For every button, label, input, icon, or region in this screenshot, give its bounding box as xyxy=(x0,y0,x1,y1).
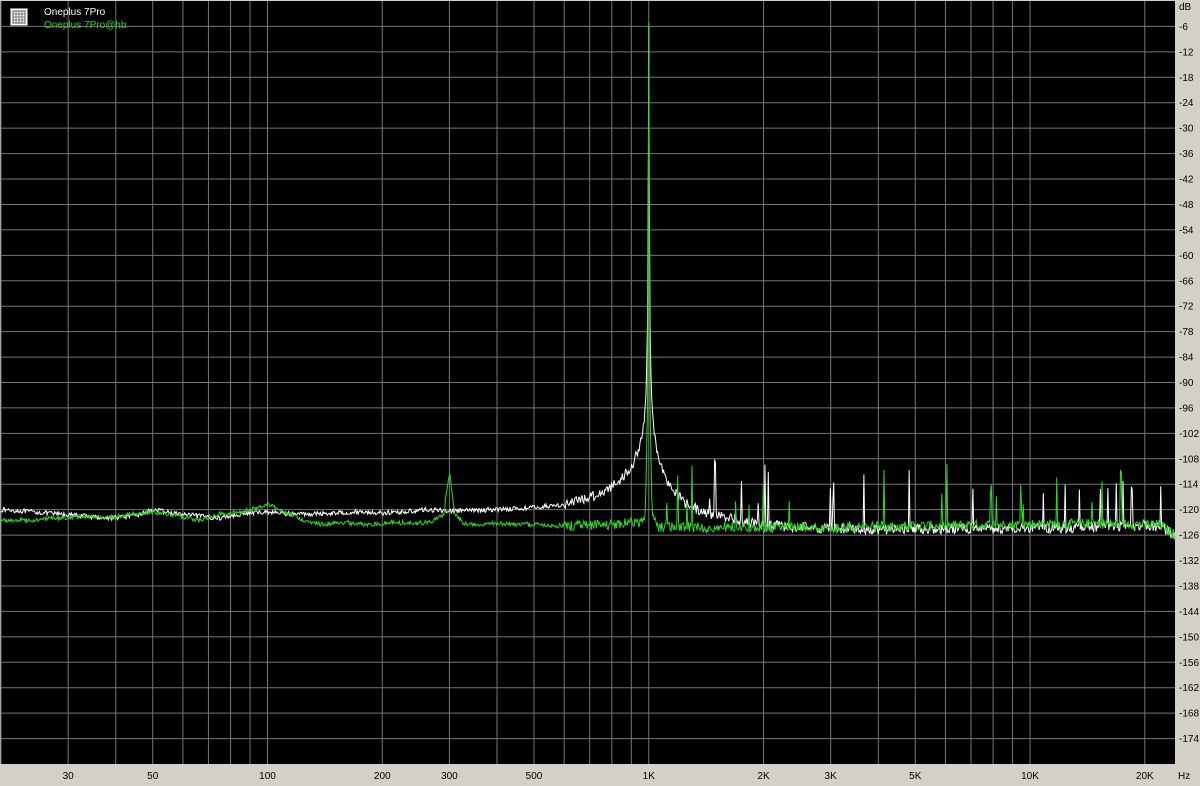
y-tick-label: -42 xyxy=(1179,175,1194,186)
x-tick-label: 100 xyxy=(259,771,276,782)
y-tick-label: -162 xyxy=(1179,683,1199,694)
y-tick-label: -120 xyxy=(1179,505,1199,516)
x-tick-label: 2K xyxy=(757,771,770,782)
y-tick-label: -138 xyxy=(1179,581,1199,592)
y-tick-label: -108 xyxy=(1179,454,1199,465)
y-tick-label: -78 xyxy=(1179,327,1194,338)
y-tick-label: -48 xyxy=(1179,200,1194,211)
x-axis: 30 50 100 200 300 500 1K 2K 3K 5K 10K 20K xyxy=(63,771,1154,782)
legend-entry-series-1: Oneplus 7Pro xyxy=(44,7,106,18)
y-tick-label: -174 xyxy=(1179,734,1199,745)
x-tick-label: 5K xyxy=(909,771,922,782)
x-tick-label: 3K xyxy=(825,771,838,782)
y-tick-label: -60 xyxy=(1179,251,1194,262)
y-tick-label: -156 xyxy=(1179,658,1199,669)
y-tick-label: -150 xyxy=(1179,632,1199,643)
y-tick-label: -6 xyxy=(1179,22,1188,33)
y-tick-label: -18 xyxy=(1179,73,1194,84)
y-tick-label: -24 xyxy=(1179,98,1194,109)
y-tick-label: -66 xyxy=(1179,276,1194,287)
x-unit-label: Hz xyxy=(1178,771,1190,782)
legend-entry-series-2: Oneplus 7Pro@hb xyxy=(44,20,127,31)
y-tick-label: -84 xyxy=(1179,353,1194,364)
grid-toggle-icon[interactable] xyxy=(10,8,28,26)
x-tick-label: 500 xyxy=(526,771,543,782)
y-tick-label: -102 xyxy=(1179,429,1199,440)
y-tick-label: -96 xyxy=(1179,403,1194,414)
y-tick-label: -126 xyxy=(1179,531,1199,542)
x-tick-label: 1K xyxy=(643,771,656,782)
y-tick-label: -90 xyxy=(1179,378,1194,389)
y-tick-label: -144 xyxy=(1179,607,1199,618)
y-tick-label: -54 xyxy=(1179,225,1194,236)
y-tick-label: -168 xyxy=(1179,709,1199,720)
y-tick-label: -114 xyxy=(1179,480,1199,491)
y-tick-label: -12 xyxy=(1179,47,1194,58)
y-tick-label: -72 xyxy=(1179,302,1194,313)
x-tick-label: 30 xyxy=(63,771,75,782)
y-tick-label: -36 xyxy=(1179,149,1194,160)
x-tick-label: 50 xyxy=(147,771,159,782)
x-tick-label: 10K xyxy=(1021,771,1039,782)
x-tick-label: 300 xyxy=(441,771,458,782)
y-axis: -6 -12 -18 -24 -30 -36 -42 -48 -54 -60 -66 -72 -78 -8… xyxy=(1179,22,1199,745)
y-tick-label: -132 xyxy=(1179,556,1199,567)
x-tick-label: 200 xyxy=(374,771,391,782)
x-tick-label: 20K xyxy=(1136,771,1154,782)
spectrum-plot: -6 -12 -18 -24 -30 -36 -42 -48 -54 -60 -66 -72 -78 -8… xyxy=(0,1,1199,782)
y-tick-label: -30 xyxy=(1179,124,1194,135)
y-unit-label: dB xyxy=(1179,2,1192,13)
